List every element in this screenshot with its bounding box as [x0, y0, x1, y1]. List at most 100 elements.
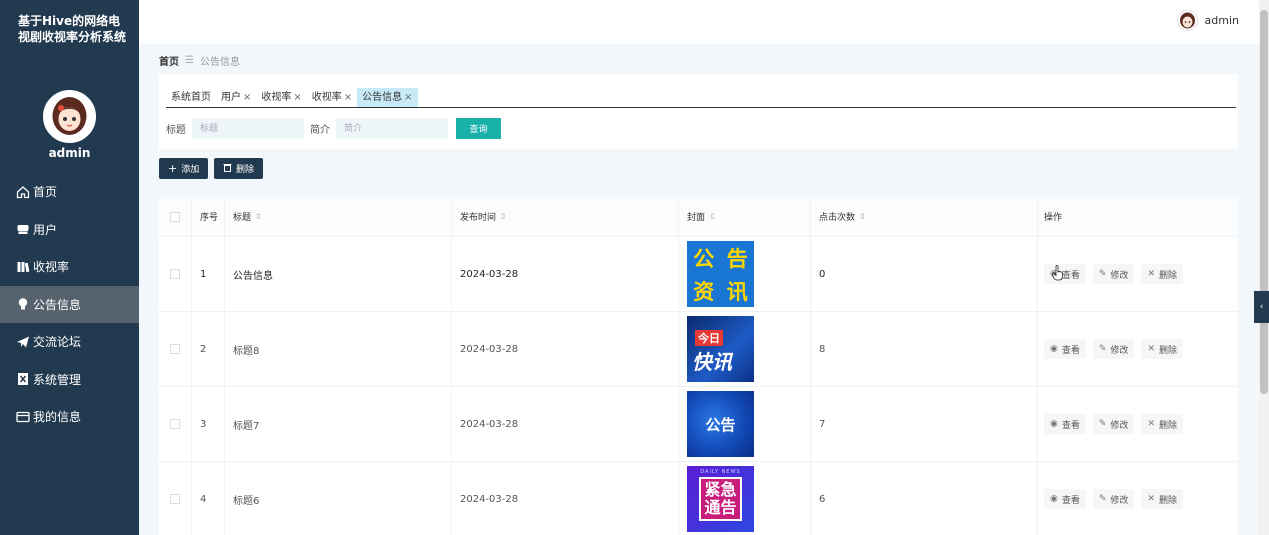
card-icon: [16, 410, 30, 424]
header-title[interactable]: 标题 ⇕: [225, 197, 452, 236]
tab-ratings-1[interactable]: 收视率 ×: [256, 88, 306, 107]
collapse-handle[interactable]: ‹: [1254, 291, 1269, 323]
sort-icon[interactable]: ⇕: [255, 212, 262, 221]
row-time: 2024-03-28: [452, 462, 679, 535]
table-header: 序号 标题 ⇕ 发布时间 ⇕ 封面 ⇕ 点击次数 ⇕ 操作: [159, 197, 1238, 236]
tab-label: 用户: [221, 92, 241, 103]
tab-label: 收视率: [261, 92, 292, 103]
view-button[interactable]: ◉查看: [1044, 339, 1086, 359]
header-cover[interactable]: 封面 ⇕: [679, 197, 811, 236]
avatar[interactable]: [43, 90, 96, 143]
row-checkbox[interactable]: [170, 269, 180, 279]
tab-ratings-2[interactable]: 收视率 ×: [307, 88, 357, 107]
row-title: 标题8: [225, 312, 452, 386]
edit-label: 修改: [1110, 270, 1129, 281]
header-no: 序号: [192, 197, 225, 236]
tab-user[interactable]: 用户 ×: [216, 88, 256, 107]
chevron-left-icon: ‹: [1259, 302, 1264, 312]
scrollbar-thumb[interactable]: [1260, 10, 1268, 394]
intro-search-input[interactable]: [336, 118, 448, 139]
delete-label: 删除: [1158, 495, 1177, 506]
table-row[interactable]: 4 标题6 2024-03-28 DAILY NEWS 紧急 通告 6 ◉ 查看 …: [159, 461, 1238, 535]
title-search-input[interactable]: [192, 118, 304, 139]
select-all-checkbox[interactable]: [170, 211, 180, 222]
edit-icon: ✎: [1098, 419, 1107, 429]
edit-button[interactable]: ✎ 修改: [1092, 264, 1135, 284]
header-avatar[interactable]: [1176, 10, 1198, 31]
row-check-cell: [159, 387, 192, 461]
tab-notice[interactable]: 公告信息 ×: [357, 88, 418, 107]
cover-image[interactable]: 今日 快讯: [687, 316, 754, 382]
sidebar-username: admin: [48, 146, 91, 160]
sidebar-item-ratings[interactable]: 收视率: [0, 248, 139, 286]
edit-button[interactable]: ✎ 修改: [1092, 414, 1135, 434]
row-time: 2024-03-28: [452, 237, 679, 311]
header-clicks[interactable]: 点击次数 ⇕: [811, 197, 1038, 236]
header-time[interactable]: 发布时间 ⇕: [452, 197, 679, 236]
add-button[interactable]: + 添加: [159, 158, 209, 179]
view-label: 查看: [1061, 270, 1080, 281]
tab-system-home[interactable]: 系统首页: [166, 88, 216, 107]
search-row: 标题 简介 查询: [166, 118, 501, 139]
row-checkbox[interactable]: [170, 419, 180, 429]
view-button[interactable]: ◉查看: [1044, 489, 1086, 509]
sort-icon[interactable]: ⇕: [709, 212, 716, 221]
header-user[interactable]: admin: [1176, 10, 1239, 31]
delete-row-button[interactable]: ✕ 删除: [1141, 339, 1183, 359]
delete-button[interactable]: 删除: [214, 158, 264, 179]
sidebar-item-profile[interactable]: 我的信息: [0, 398, 139, 436]
sidebar-item-notice[interactable]: 公告信息: [0, 285, 139, 323]
filter-panel: 系统首页 用户× 收视率× 收视率× 公告信息× 标题 简介 查询: [159, 74, 1238, 149]
sort-icon[interactable]: ⇕: [859, 212, 866, 221]
user-icon: [16, 222, 30, 236]
row-checkbox[interactable]: [170, 344, 180, 354]
row-check-cell: [159, 312, 192, 386]
sidebar-item-user[interactable]: 用户: [0, 211, 139, 249]
cover-box: 紧急 通告: [699, 477, 742, 521]
close-icon[interactable]: ×: [243, 88, 251, 107]
plus-icon: +: [168, 162, 178, 175]
delete-row-button[interactable]: ✕ 删除: [1141, 264, 1183, 284]
close-icon[interactable]: ×: [404, 88, 412, 107]
delete-label: 删除: [1158, 420, 1177, 431]
add-label: 添加: [181, 165, 200, 175]
row-no: 4: [192, 462, 225, 535]
tab-label: 收视率: [311, 92, 342, 103]
row-checkbox[interactable]: [170, 494, 180, 504]
hand-cursor-icon: [1052, 265, 1064, 284]
sidebar-item-label: 公告信息: [33, 297, 82, 312]
sidebar-item-system[interactable]: 系统管理: [0, 361, 139, 399]
row-clicks: 6: [811, 462, 1038, 535]
table-row[interactable]: 3 标题7 2024-03-28 公告 7 ◉ 查看 ✎ 修改 ✕ 删除: [159, 386, 1238, 461]
sidebar-item-forum[interactable]: 交流论坛: [0, 323, 139, 361]
notice-table: 序号 标题 ⇕ 发布时间 ⇕ 封面 ⇕ 点击次数 ⇕ 操作 1 公告信息 2024-03…: [159, 197, 1238, 535]
cover-image[interactable]: DAILY NEWS 紧急 通告: [687, 466, 754, 532]
delete-row-button[interactable]: ✕ 删除: [1141, 489, 1183, 509]
row-check-cell: [159, 237, 192, 311]
breadcrumb-home[interactable]: 首页: [159, 53, 179, 68]
cover-image[interactable]: 公 告 资 讯: [687, 241, 754, 307]
view-label: 查看: [1061, 420, 1080, 431]
sidebar-item-home[interactable]: 首页: [0, 173, 139, 211]
view-button[interactable]: ◉查看: [1044, 264, 1086, 284]
close-icon[interactable]: ×: [293, 88, 301, 107]
cover-image[interactable]: 公告: [687, 391, 754, 457]
table-row[interactable]: 2 标题8 2024-03-28 今日 快讯 8 ◉ 查看 ✎ 修改 ✕ 删除: [159, 311, 1238, 386]
tab-label: 系统首页: [171, 92, 211, 103]
tab-bar: 系统首页 用户 × 收视率 × 收视率 × 公告信息 ×: [166, 88, 1236, 108]
edit-button[interactable]: ✎ 修改: [1092, 489, 1135, 509]
delete-label: 删除: [1158, 345, 1177, 356]
edit-button[interactable]: ✎ 修改: [1092, 339, 1135, 359]
header-label: 序号: [200, 213, 219, 223]
sort-icon[interactable]: ⇕: [500, 212, 507, 221]
row-clicks: 8: [811, 312, 1038, 386]
delete-row-button[interactable]: ✕ 删除: [1141, 414, 1183, 434]
close-icon[interactable]: ×: [344, 88, 352, 107]
search-button[interactable]: 查询: [456, 118, 501, 139]
sidebar-item-label: 用户: [33, 222, 58, 237]
row-cover-cell: 公 告 资 讯: [679, 237, 811, 311]
table-row[interactable]: 1 公告信息 2024-03-28 公 告 资 讯 0 ◉查看 ✎修改 ✕删除: [159, 236, 1238, 311]
row-time: 2024-03-28: [452, 387, 679, 461]
view-button[interactable]: ◉查看: [1044, 414, 1086, 434]
breadcrumb-current: 公告信息: [199, 57, 240, 68]
